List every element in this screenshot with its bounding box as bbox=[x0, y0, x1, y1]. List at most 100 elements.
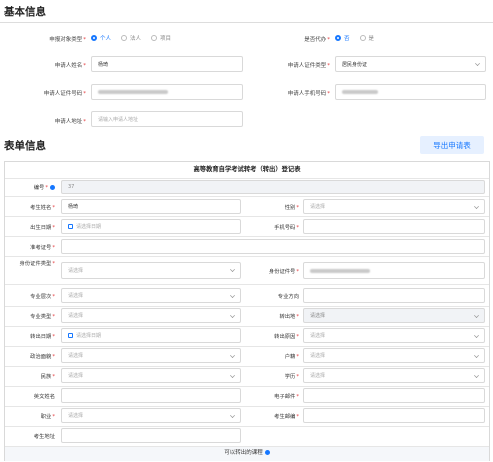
exam-address-label: 考生地址 bbox=[33, 434, 55, 440]
english-name-input[interactable] bbox=[61, 388, 241, 403]
level-select[interactable]: 请选择 bbox=[61, 288, 241, 303]
radio-legal-person[interactable]: 法人 bbox=[121, 34, 141, 42]
cert-no-input[interactable] bbox=[91, 84, 243, 100]
row-divider bbox=[5, 284, 489, 285]
form-info-title: 表单信息 bbox=[4, 140, 46, 152]
redacted-value bbox=[98, 90, 168, 94]
email-label: 电子邮件* bbox=[274, 394, 299, 400]
row-divider bbox=[5, 178, 489, 179]
direction-input[interactable] bbox=[303, 288, 485, 303]
id-no-input[interactable] bbox=[303, 262, 485, 279]
row-divider bbox=[5, 406, 489, 407]
birth-label: 出生日期* bbox=[30, 225, 55, 231]
row-divider bbox=[5, 236, 489, 237]
mobile-label: 手机号码* bbox=[274, 225, 299, 231]
out-reason-select[interactable]: 请选择 bbox=[303, 328, 485, 343]
row-divider bbox=[5, 256, 489, 257]
cert-type-select[interactable]: 居民身份证 bbox=[335, 56, 486, 72]
chevron-down-icon bbox=[474, 204, 479, 209]
major-type-select[interactable]: 请选择 bbox=[61, 308, 241, 323]
row-divider bbox=[5, 346, 489, 347]
row-divider bbox=[5, 306, 489, 307]
ethnic-label: 民族* bbox=[40, 374, 55, 380]
redacted-value bbox=[310, 268, 370, 273]
applicant-name-label: 申请人姓名* bbox=[54, 63, 86, 69]
row-divider bbox=[5, 216, 489, 217]
row-divider bbox=[5, 386, 489, 387]
email-input[interactable] bbox=[303, 388, 485, 403]
chevron-down-icon bbox=[475, 61, 480, 66]
chevron-down-icon bbox=[230, 313, 235, 318]
exam-address-input[interactable] bbox=[61, 428, 241, 443]
registration-table: 高等教育自学考试转考（转出）登记表 编号* 37 考生姓名* 杨琦 性别* 请选… bbox=[4, 161, 490, 461]
ticket-label: 准考证号* bbox=[30, 245, 55, 251]
table-title: 高等教育自学考试转考（转出）登记表 bbox=[193, 166, 301, 173]
radio-project[interactable]: 项目 bbox=[151, 34, 171, 42]
english-name-label: 英文姓名 bbox=[33, 394, 55, 400]
chevron-down-icon bbox=[230, 373, 235, 378]
divider bbox=[0, 22, 493, 23]
calendar-icon bbox=[68, 224, 73, 229]
birth-date-picker[interactable]: 请选择日期 bbox=[61, 219, 241, 234]
chevron-down-icon bbox=[230, 267, 235, 272]
cert-no-label: 申请人证件号码* bbox=[43, 91, 86, 97]
applicant-name-input[interactable]: 杨琦 bbox=[91, 56, 243, 72]
chevron-down-icon bbox=[474, 353, 479, 358]
id-no-label: 身份证件号* bbox=[268, 269, 299, 275]
agent-label: 是否代办* bbox=[304, 37, 330, 43]
chevron-down-icon bbox=[230, 413, 235, 418]
row-divider bbox=[5, 426, 489, 427]
info-icon bbox=[264, 450, 270, 455]
out-place-label: 转出地* bbox=[279, 314, 299, 320]
basic-info-title: 基本信息 bbox=[4, 6, 46, 18]
level-label: 专业层次* bbox=[30, 294, 55, 300]
agent-radio-group: 否 是 bbox=[335, 34, 384, 42]
address-input[interactable]: 请输入申请人地址 bbox=[91, 111, 243, 127]
education-select[interactable]: 请选择 bbox=[303, 368, 485, 383]
ethnic-select[interactable]: 请选择 bbox=[61, 368, 241, 383]
out-reason-label: 转出原因* bbox=[274, 334, 299, 340]
direction-label: 专业方向 bbox=[277, 294, 299, 300]
address-label: 申请人地址* bbox=[54, 119, 86, 125]
out-place-select[interactable]: 请选择 bbox=[303, 308, 485, 323]
phone-input[interactable] bbox=[335, 84, 486, 100]
row-divider bbox=[5, 326, 489, 327]
out-date-label: 转出日期* bbox=[30, 334, 55, 340]
exam-name-label: 考生姓名* bbox=[30, 205, 55, 211]
chevron-down-icon bbox=[474, 373, 479, 378]
major-type-label: 专业类型* bbox=[30, 314, 55, 320]
chevron-down-icon bbox=[474, 313, 479, 318]
politics-select[interactable]: 请选择 bbox=[61, 348, 241, 363]
chevron-down-icon bbox=[230, 293, 235, 298]
job-select[interactable]: 请选择 bbox=[61, 408, 241, 423]
ticket-input[interactable] bbox=[61, 239, 485, 254]
mobile-input[interactable] bbox=[303, 219, 485, 234]
applicant-type-label: 申报对象类型* bbox=[49, 37, 86, 43]
hukou-label: 户籍* bbox=[284, 354, 299, 360]
exam-name-input[interactable]: 杨琦 bbox=[61, 199, 241, 214]
gender-label: 性别* bbox=[284, 205, 299, 211]
id-type-label: 身份证件类型* bbox=[19, 261, 55, 267]
cert-type-label: 申请人证件类型* bbox=[287, 63, 330, 69]
chevron-down-icon bbox=[230, 353, 235, 358]
chevron-down-icon bbox=[474, 333, 479, 338]
courses-header: 可以转出的课程 bbox=[5, 447, 489, 461]
radio-agent-yes[interactable]: 是 bbox=[359, 34, 374, 42]
radio-agent-no[interactable]: 否 bbox=[335, 34, 350, 42]
phone-label: 申请人手机号码* bbox=[287, 91, 330, 97]
number-label: 编号* bbox=[5, 183, 55, 191]
radio-individual[interactable]: 个人 bbox=[91, 34, 111, 42]
calendar-icon bbox=[68, 333, 73, 338]
export-button[interactable]: 导出申请表 bbox=[420, 136, 484, 154]
out-date-picker[interactable]: 请选择日期 bbox=[61, 328, 241, 343]
id-type-select[interactable]: 请选择 bbox=[61, 262, 241, 279]
applicant-type-radio-group: 个人 法人 项目 bbox=[91, 34, 181, 42]
education-label: 学历* bbox=[284, 374, 299, 380]
postcode-input[interactable] bbox=[303, 408, 485, 423]
number-input[interactable]: 37 bbox=[61, 180, 485, 194]
hukou-select[interactable]: 请选择 bbox=[303, 348, 485, 363]
redacted-value bbox=[342, 90, 378, 94]
row-divider bbox=[5, 196, 489, 197]
postcode-label: 考生邮编* bbox=[274, 414, 299, 420]
gender-select[interactable]: 请选择 bbox=[303, 199, 485, 214]
